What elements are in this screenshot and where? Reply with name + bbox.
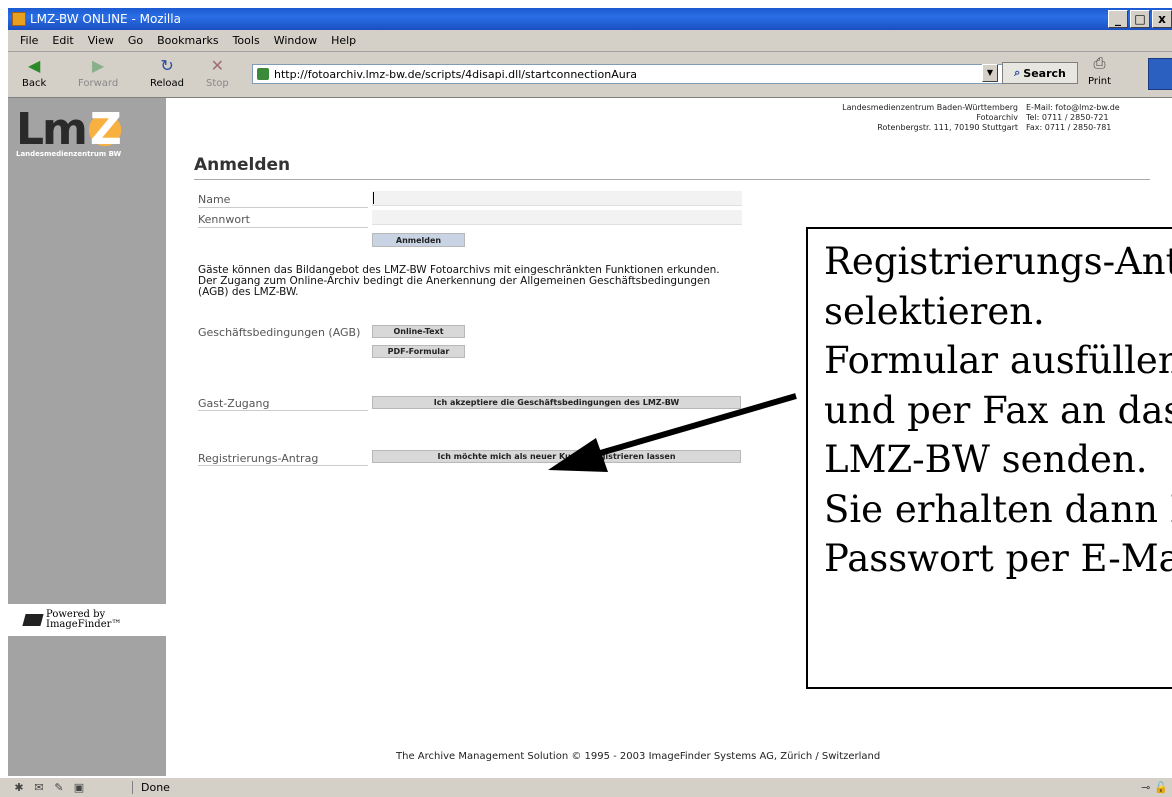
security-lock-icon: 🔓: [1154, 781, 1168, 794]
left-sidebar: [8, 98, 166, 776]
contact-org: Landesmedienzentrum Baden-Württemberg: [842, 103, 1018, 112]
menu-edit[interactable]: Edit: [52, 34, 73, 47]
title-divider: [194, 179, 1150, 180]
maximize-button[interactable]: □: [1130, 10, 1150, 28]
callout-line-2: selektieren.: [824, 289, 1045, 333]
contact-dept: Fotoarchiv: [976, 113, 1018, 122]
callout-line-6: Sie erhalten dann Ihr: [824, 487, 1172, 531]
menu-help[interactable]: Help: [331, 34, 356, 47]
url-dropdown-button[interactable]: ▼: [982, 64, 998, 82]
window-title: LMZ-BW ONLINE - Mozilla: [30, 12, 181, 26]
search-button[interactable]: ⌕ Search: [1002, 62, 1078, 84]
mail-icon[interactable]: ✉: [32, 781, 46, 794]
printer-icon: ⎙: [1093, 54, 1106, 72]
reload-icon: ↻: [160, 55, 174, 75]
callout-line-4: und per Fax an das: [824, 388, 1172, 432]
text-caret: [373, 192, 374, 204]
forward-button[interactable]: ▶ Forward: [78, 54, 119, 90]
print-label: Print: [1088, 76, 1112, 87]
contact-details: E-Mail: foto@lmz-bw.de Tel: 0711 / 2850-…: [1026, 103, 1172, 133]
menu-go[interactable]: Go: [128, 34, 143, 47]
contact-tel: Tel: 0711 / 2850-721: [1026, 113, 1109, 122]
powered-by-badge[interactable]: Powered by ImageFinder™: [8, 604, 166, 636]
close-button[interactable]: x: [1152, 10, 1172, 28]
callout-line-5: LMZ-BW senden.: [824, 438, 1148, 481]
guest-info-text: Gäste können das Bildangebot des LMZ-BW …: [198, 264, 720, 298]
menu-window[interactable]: Window: [274, 34, 317, 47]
window-titlebar: LMZ-BW ONLINE - Mozilla _ □ x: [8, 8, 1172, 30]
lmz-logo: LmZ Landesmedienzentrum BW: [16, 108, 156, 164]
logo-subtitle: Landesmedienzentrum BW: [16, 150, 122, 158]
menu-file[interactable]: File: [20, 34, 38, 47]
back-arrow-icon: ◀: [27, 55, 41, 75]
imagefinder-logo-icon: [22, 614, 44, 626]
callout-line-1: Registrierungs-Antrag: [824, 240, 1172, 283]
name-label-underline: [198, 207, 368, 208]
registration-label: Registrierungs-Antrag: [198, 452, 319, 465]
agb-pdf-button[interactable]: PDF-Formular: [372, 345, 465, 358]
annotation-callout: Registrierungs-Antrag selektieren. Formu…: [806, 227, 1172, 689]
search-icon: ⌕: [1014, 66, 1021, 79]
guest-accept-button[interactable]: Ich akzeptiere die Geschäftsbedingungen …: [372, 396, 741, 409]
contact-fax: Fax: 0711 / 2850-781: [1026, 123, 1112, 132]
status-bar: ✱ ✉ ✎ ▣ Done ⊸ 🔓: [0, 777, 1172, 797]
logo-z: Z: [85, 108, 124, 152]
contact-email[interactable]: E-Mail: foto@lmz-bw.de: [1026, 103, 1172, 113]
footer-copyright: The Archive Management Solution © 1995 -…: [396, 751, 881, 762]
menubar: File Edit View Go Bookmarks Tools Window…: [8, 30, 1172, 52]
connection-icon: ⊸: [1141, 781, 1151, 794]
print-button[interactable]: ⎙ Print: [1088, 54, 1111, 87]
stop-icon: ✕: [210, 55, 225, 75]
composer-icon[interactable]: ✎: [52, 781, 66, 794]
back-button[interactable]: ◀ Back: [22, 54, 47, 90]
minimize-button[interactable]: _: [1108, 10, 1128, 28]
callout-line-3: Formular ausfüllen: [824, 339, 1172, 382]
guest-label-underline: [198, 410, 368, 411]
menu-tools[interactable]: Tools: [233, 34, 260, 47]
reload-label: Reload: [150, 78, 185, 89]
url-bar[interactable]: http://fotoarchiv.lmz-bw.de/scripts/4dis…: [252, 64, 1012, 84]
agb-label: Geschäftsbedingungen (AGB): [198, 326, 361, 339]
contact-address: Landesmedienzentrum Baden-Württemberg Fo…: [770, 103, 1018, 133]
back-label: Back: [22, 78, 47, 89]
mozilla-app-icon: [12, 12, 26, 26]
register-button[interactable]: Ich möchte mich als neuer Kunde registri…: [372, 450, 741, 463]
forward-label: Forward: [78, 78, 119, 89]
throbber-icon: [1148, 58, 1172, 90]
navigator-icon[interactable]: ✱: [12, 781, 26, 794]
contact-street: Rotenbergstr. 111, 70190 Stuttgart: [877, 123, 1018, 132]
stop-label: Stop: [206, 78, 229, 89]
powered-by-line2: ImageFinder™: [46, 619, 122, 630]
stop-button[interactable]: ✕ Stop: [206, 54, 229, 90]
page-icon: [257, 68, 269, 80]
logo-letters: Lm: [16, 104, 88, 155]
url-text: http://fotoarchiv.lmz-bw.de/scripts/4dis…: [274, 67, 637, 81]
name-label: Name: [198, 193, 231, 206]
page-title: Anmelden: [194, 155, 291, 175]
callout-line-7: Passwort per E-Mail.: [824, 537, 1172, 580]
menu-view[interactable]: View: [88, 34, 114, 47]
login-button[interactable]: Anmelden: [372, 233, 465, 247]
navigation-toolbar: ◀ Back ▶ Forward ↻ Reload ✕ Stop http://…: [8, 52, 1172, 98]
password-input[interactable]: [372, 210, 742, 225]
forward-arrow-icon: ▶: [91, 55, 105, 75]
menu-bookmarks[interactable]: Bookmarks: [157, 34, 218, 47]
password-label: Kennwort: [198, 213, 250, 226]
agb-online-text-button[interactable]: Online-Text: [372, 325, 465, 338]
guest-access-label: Gast-Zugang: [198, 397, 270, 410]
search-label: Search: [1023, 66, 1066, 80]
addressbook-icon[interactable]: ▣: [72, 781, 86, 794]
password-label-underline: [198, 227, 368, 228]
status-text: Done: [132, 781, 1172, 794]
name-input[interactable]: [372, 191, 742, 206]
registration-label-underline: [198, 465, 368, 466]
reload-button[interactable]: ↻ Reload: [150, 54, 185, 90]
